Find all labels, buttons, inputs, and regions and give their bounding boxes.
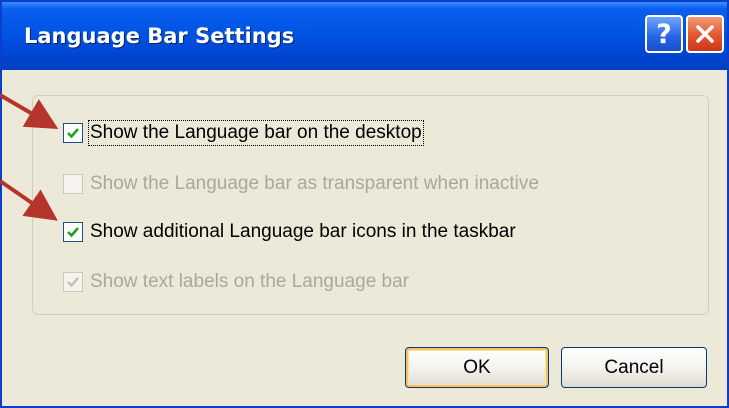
label-show-text-labels[interactable]: Show text labels on the Language bar <box>90 271 409 293</box>
checkmark-icon <box>67 128 79 139</box>
title-bar[interactable]: Language Bar Settings ? <box>2 2 727 70</box>
option-transparent-when-inactive[interactable]: Show the Language bar as transparent whe… <box>63 171 539 197</box>
dialog-title: Language Bar Settings <box>24 24 295 48</box>
option-additional-icons-taskbar[interactable]: Show additional Language bar icons in th… <box>63 219 516 245</box>
option-show-language-bar[interactable]: Show the Language bar on the desktop <box>63 120 424 146</box>
checkbox-transparent-when-inactive[interactable] <box>63 174 83 194</box>
checkmark-icon <box>67 277 79 288</box>
question-mark-icon: ? <box>656 18 672 50</box>
label-show-language-bar[interactable]: Show the Language bar on the desktop <box>88 120 424 146</box>
checkbox-show-text-labels[interactable] <box>63 272 83 292</box>
label-transparent-when-inactive[interactable]: Show the Language bar as transparent whe… <box>90 173 539 195</box>
checkbox-show-language-bar[interactable] <box>63 123 83 143</box>
cancel-button[interactable]: Cancel <box>561 347 707 388</box>
checkmark-icon <box>67 227 79 238</box>
checkbox-additional-icons-taskbar[interactable] <box>63 222 83 242</box>
close-x-icon <box>696 25 714 43</box>
help-button[interactable]: ? <box>645 15 683 53</box>
label-additional-icons-taskbar[interactable]: Show additional Language bar icons in th… <box>90 221 516 243</box>
close-button[interactable] <box>686 15 724 53</box>
option-show-text-labels[interactable]: Show text labels on the Language bar <box>63 269 409 295</box>
ok-button[interactable]: OK <box>405 347 549 388</box>
